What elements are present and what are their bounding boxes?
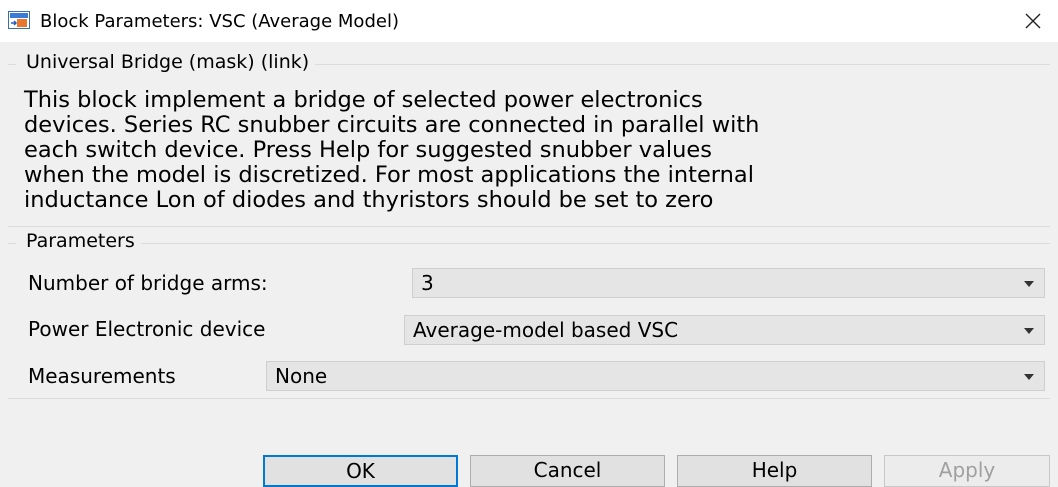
chevron-down-icon	[1024, 281, 1034, 287]
simulink-block-icon	[8, 11, 30, 29]
power-device-value: Average-model based VSC	[413, 318, 679, 342]
ok-button[interactable]: OK	[263, 455, 458, 487]
window-title: Block Parameters: VSC (Average Model)	[40, 11, 399, 32]
bridge-arms-dropdown[interactable]: 3	[412, 268, 1045, 298]
block-description: This block implement a bridge of selecte…	[24, 87, 760, 213]
cancel-button[interactable]: Cancel	[470, 455, 665, 487]
group-separator	[8, 226, 1050, 227]
measurements-dropdown[interactable]: None	[266, 361, 1045, 391]
measurements-label: Measurements	[28, 364, 176, 388]
buttons-separator	[8, 398, 1050, 399]
power-device-label: Power Electronic device	[28, 317, 266, 341]
close-icon	[1025, 13, 1041, 29]
chevron-down-icon	[1024, 374, 1034, 380]
bridge-arms-value: 3	[421, 271, 434, 295]
measurements-value: None	[275, 364, 328, 388]
parameters-group-legend: Parameters	[16, 230, 141, 252]
apply-button[interactable]: Apply	[884, 455, 1050, 487]
power-device-dropdown[interactable]: Average-model based VSC	[404, 315, 1045, 345]
title-bar: Block Parameters: VSC (Average Model)	[0, 0, 1058, 42]
help-button[interactable]: Help	[677, 455, 872, 487]
mask-group-legend: Universal Bridge (mask) (link)	[16, 51, 316, 73]
close-button[interactable]	[1016, 4, 1050, 38]
parameters-group-top-line	[8, 243, 1050, 244]
chevron-down-icon	[1024, 328, 1034, 334]
bridge-arms-label: Number of bridge arms:	[28, 271, 268, 295]
